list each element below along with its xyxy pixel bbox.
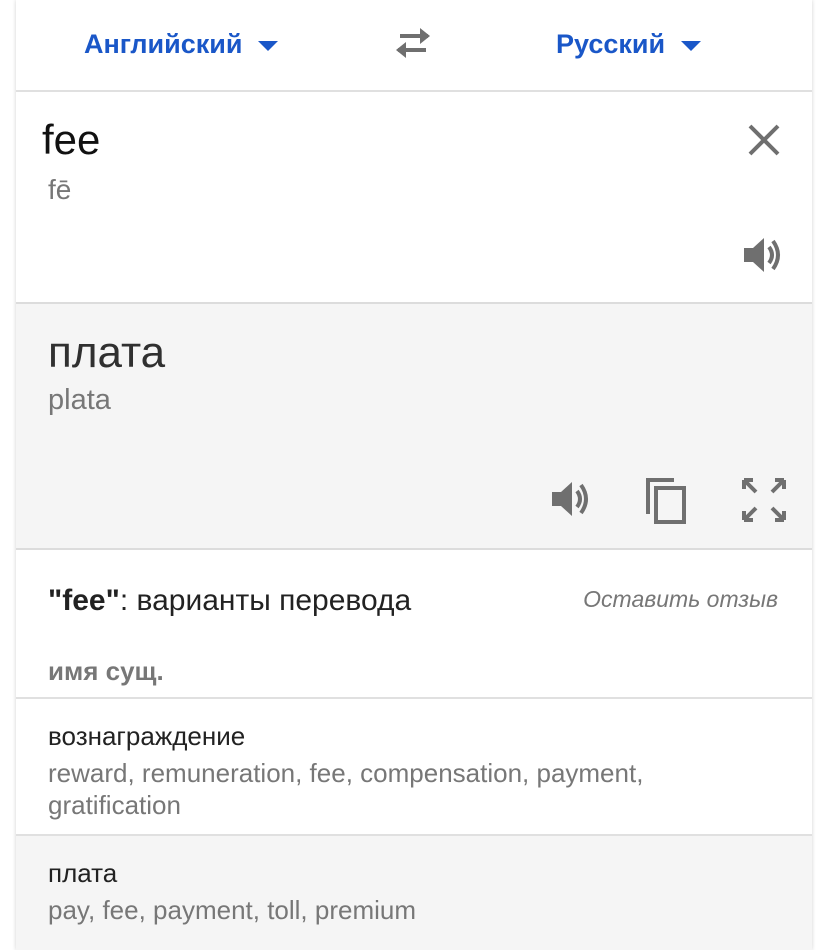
variant-word: вознаграждение <box>48 721 246 751</box>
part-of-speech-label: имя сущ. <box>48 656 164 686</box>
source-text-input[interactable]: fee <box>42 116 100 164</box>
translation-listen-button[interactable] <box>548 478 594 520</box>
variant-row[interactable]: плата pay, fee, payment, toll, premium <box>16 834 812 950</box>
variant-word: плата <box>48 858 118 888</box>
copy-icon <box>646 478 686 524</box>
target-language-dropdown[interactable]: Русский <box>556 26 702 62</box>
variant-synonyms: reward, remuneration, fee, compensation,… <box>48 758 644 820</box>
fullscreen-button[interactable] <box>742 478 786 522</box>
translation-text: плата <box>48 328 166 377</box>
variants-title-query: "fee" <box>48 584 120 617</box>
close-icon <box>748 124 780 156</box>
translate-card: Английский Русский fee fē плата plata "f… <box>16 0 812 950</box>
source-listen-button[interactable] <box>740 234 786 276</box>
source-language-dropdown[interactable]: Английский <box>84 26 279 62</box>
variant-row[interactable]: вознаграждение reward, remuneration, fee… <box>16 697 812 835</box>
speaker-icon <box>552 482 588 516</box>
speaker-icon <box>744 238 780 272</box>
translation-panel: плата plata <box>16 304 812 550</box>
language-bar: Английский Русский <box>16 0 812 92</box>
feedback-link[interactable]: Оставить отзыв <box>583 586 778 613</box>
fullscreen-icon <box>742 478 786 522</box>
source-transliteration: fē <box>48 174 72 205</box>
chevron-down-icon <box>681 41 702 51</box>
translation-transliteration: plata <box>48 384 111 416</box>
source-language-label: Английский <box>84 28 243 59</box>
chevron-down-icon <box>258 41 279 51</box>
swap-languages-button[interactable] <box>390 22 436 62</box>
swap-arrows-icon <box>396 28 430 58</box>
variant-synonyms: pay, fee, payment, toll, premium <box>48 895 417 925</box>
translation-variants: "fee": варианты перевода Оставить отзыв … <box>16 550 812 950</box>
source-panel: fee fē <box>16 92 812 304</box>
copy-button[interactable] <box>644 476 690 526</box>
variants-title: "fee": варианты перевода <box>48 584 411 618</box>
variants-title-suffix: : варианты перевода <box>119 584 412 617</box>
clear-button[interactable] <box>744 120 784 160</box>
target-language-label: Русский <box>556 28 666 59</box>
